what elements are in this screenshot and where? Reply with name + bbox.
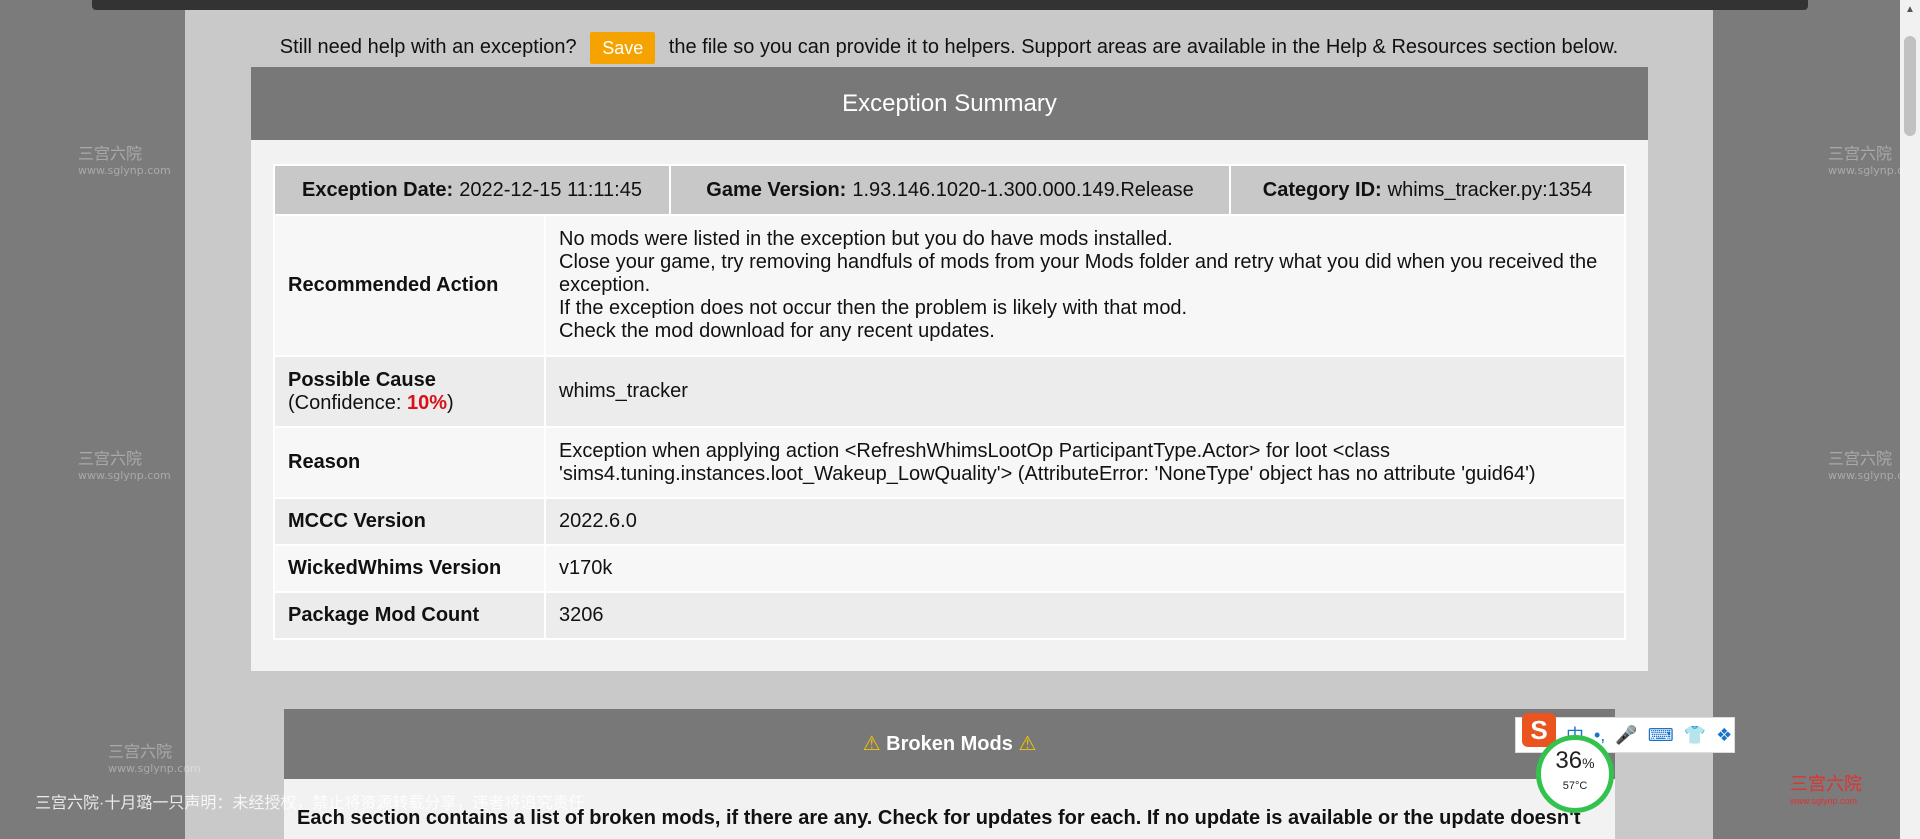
wickedwhims-version-label: WickedWhims Version xyxy=(275,546,546,591)
toolbox-icon[interactable]: ❖ xyxy=(1716,725,1732,746)
watermark: 三宫六院 www.sglynp.com xyxy=(108,738,201,775)
warning-icon: ⚠ xyxy=(862,733,881,755)
gauge-percent-sign: % xyxy=(1582,755,1595,771)
disclaimer-text: 三宫六院·十月璐一只声明：未经授权，禁止将资源转载分享，违者将追究责任 xyxy=(35,795,585,812)
scroll-thumb[interactable] xyxy=(1904,36,1916,136)
warning-icon: ⚠ xyxy=(1018,733,1037,755)
scroll-up-icon[interactable]: ▲ xyxy=(1905,4,1915,15)
recommended-action-line: exception. xyxy=(559,274,651,296)
confidence-value: 10% xyxy=(406,391,447,414)
possible-cause-value-text: whims_tracker xyxy=(559,380,688,402)
category-id-label: Category ID: xyxy=(1262,178,1382,201)
possible-cause-label: Possible Cause (Confidence: 10%) xyxy=(275,357,546,426)
top-bar xyxy=(92,0,1808,10)
package-mod-count-label: Package Mod Count xyxy=(275,593,546,638)
possible-cause-row: Possible Cause (Confidence: 10%) whims_t… xyxy=(275,355,1624,426)
keyboard-icon[interactable]: ⌨ xyxy=(1648,725,1674,746)
microphone-icon[interactable]: 🎤 xyxy=(1615,725,1637,746)
exception-summary: Exception Summary Exception Date: 2022-1… xyxy=(251,67,1648,671)
possible-cause-value: whims_tracker xyxy=(546,357,1624,426)
help-text-after: the file so you can provide it to helper… xyxy=(668,36,1619,58)
corner-logo-url: www.sglynp.com xyxy=(1790,796,1858,806)
performance-gauge[interactable]: 36% 57°C xyxy=(1536,735,1614,813)
game-version-label: Game Version: xyxy=(706,178,847,201)
corner-logo: 三宫六院 www.sglynp.com xyxy=(1770,740,1890,810)
mccc-version-value-text: 2022.6.0 xyxy=(559,510,637,532)
wickedwhims-version-row: WickedWhims Version v170k xyxy=(275,544,1624,591)
reason-row: Reason Exception when applying action <R… xyxy=(275,426,1624,497)
watermark-text: 三宫六院 xyxy=(78,449,143,468)
confidence-suffix: ) xyxy=(447,391,454,414)
game-version-cell: Game Version: 1.93.146.1020-1.300.000.14… xyxy=(671,166,1231,214)
exception-date-cell: Exception Date: 2022-12-15 11:11:45 xyxy=(275,166,671,214)
page-content: Still need help with an exception? Save … xyxy=(185,10,1713,839)
reason-line: Exception when applying action <RefreshW… xyxy=(559,439,1390,462)
watermark-url: www.sglynp.com xyxy=(78,164,171,177)
confidence: (Confidence: 10%) xyxy=(288,392,531,415)
possible-cause-label-text: Possible Cause xyxy=(288,368,436,391)
summary-table: Exception Date: 2022-12-15 11:11:45 Game… xyxy=(273,164,1626,640)
help-text-before: Still need help with an exception? xyxy=(279,36,577,58)
recommended-action-line: If the exception does not occur then the… xyxy=(559,297,1188,319)
watermark: 三宫六院 www.sglynp.com xyxy=(78,140,171,177)
reason-line: 'sims4.tuning.instances.loot_Wakeup_LowQ… xyxy=(559,462,1536,485)
recommended-action-label: Recommended Action xyxy=(275,216,546,355)
watermark-url: www.sglynp.com xyxy=(78,469,171,482)
recommended-action-line: Close your game, try removing handfuls o… xyxy=(559,251,1598,273)
broken-mods-section: ⚠ Broken Mods ⚠ Each section contains a … xyxy=(284,709,1615,839)
reason-value: Exception when applying action <RefreshW… xyxy=(546,428,1624,497)
mccc-version-row: MCCC Version 2022.6.0 xyxy=(275,497,1624,544)
category-id-cell: Category ID: whims_tracker.py:1354 xyxy=(1231,166,1624,214)
reason-label: Reason xyxy=(275,428,546,497)
watermark-text: 三宫六院 xyxy=(108,742,173,761)
watermark-text: 三宫六院 xyxy=(78,144,143,163)
save-button[interactable]: Save xyxy=(590,31,656,64)
broken-mods-title: Broken Mods xyxy=(886,733,1013,755)
gauge-percent: 36% xyxy=(1541,744,1609,780)
confidence-prefix: (Confidence: xyxy=(288,391,407,414)
recommended-action-line: No mods were listed in the exception but… xyxy=(559,228,1173,250)
exception-date-label: Exception Date: xyxy=(302,178,454,201)
recommended-action-line: Check the mod download for any recent up… xyxy=(559,320,995,342)
summary-title: Exception Summary xyxy=(251,67,1648,140)
wickedwhims-version-value: v170k xyxy=(546,546,1624,591)
reason-label-text: Reason xyxy=(288,451,361,473)
summary-top-row: Exception Date: 2022-12-15 11:11:45 Game… xyxy=(275,166,1624,214)
gauge-temperature: 57°C xyxy=(1562,780,1588,792)
mccc-version-label-text: MCCC Version xyxy=(288,510,426,532)
corner-logo-text: 三宫六院 xyxy=(1790,774,1862,794)
gauge-percent-value: 36 xyxy=(1555,747,1583,774)
game-version-value: 1.93.146.1020-1.300.000.149.Release xyxy=(852,178,1194,201)
watermark-url: www.sglynp.com xyxy=(108,762,201,775)
exception-date-value: 2022-12-15 11:11:45 xyxy=(459,178,642,201)
broken-mods-header: ⚠ Broken Mods ⚠ xyxy=(284,709,1615,779)
help-line: Still need help with an exception? Save … xyxy=(185,30,1713,64)
wickedwhims-version-value-text: v170k xyxy=(559,557,613,579)
mccc-version-value: 2022.6.0 xyxy=(546,499,1624,544)
package-mod-count-value: 3206 xyxy=(546,593,1624,638)
scrollbar[interactable]: ▲ xyxy=(1900,0,1920,839)
recommended-action-row: Recommended Action No mods were listed i… xyxy=(275,214,1624,355)
skin-icon[interactable]: 👕 xyxy=(1684,725,1706,746)
recommended-action-value: No mods were listed in the exception but… xyxy=(546,216,1624,355)
mccc-version-label: MCCC Version xyxy=(275,499,546,544)
package-mod-count-row: Package Mod Count 3206 xyxy=(275,591,1624,638)
category-id-value: whims_tracker.py:1354 xyxy=(1387,178,1593,201)
wickedwhims-version-label-text: WickedWhims Version xyxy=(288,557,502,579)
recommended-action-label-text: Recommended Action xyxy=(288,274,499,296)
package-mod-count-label-text: Package Mod Count xyxy=(288,604,480,626)
package-mod-count-value-text: 3206 xyxy=(559,604,604,626)
watermark: 三宫六院 www.sglynp.com xyxy=(78,445,171,482)
